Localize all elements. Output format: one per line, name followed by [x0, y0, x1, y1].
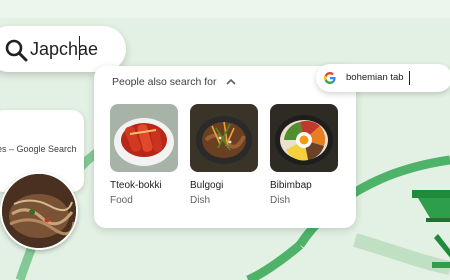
item-kind: Food [110, 195, 133, 206]
decorative-table-shape [412, 190, 450, 268]
related-item-bulgogi[interactable]: Bulgogi Dish [190, 104, 260, 206]
bibimbap-image [270, 104, 338, 172]
bulgogi-image [190, 104, 258, 172]
item-name: Tteok-bokki [110, 180, 162, 191]
item-name: Bibimbap [270, 180, 312, 191]
related-item-tteokbokki[interactable]: Tteok-bokki Food [110, 104, 180, 206]
tteokbokki-image [110, 104, 178, 172]
google-g-icon [324, 72, 336, 84]
food-image-circle [0, 172, 78, 250]
item-kind: Dish [190, 195, 211, 206]
secondary-search-box[interactable]: bohemian tab [316, 64, 450, 92]
item-name: Bulgogi [190, 180, 224, 191]
panel-heading: People also search for [112, 76, 217, 88]
secondary-search-query: bohemian tab [346, 72, 404, 83]
result-snippet: oes – Google Search [0, 144, 77, 154]
related-item-bibimbap[interactable]: Bibimbap Dish [270, 104, 340, 206]
chevron-up-icon[interactable] [226, 78, 236, 86]
text-cursor [79, 36, 80, 60]
text-cursor [409, 71, 410, 85]
people-also-search-panel: People also search for Tteok-bokki Food … [94, 66, 356, 228]
item-kind: Dish [270, 195, 291, 206]
search-query: Japchae [30, 39, 99, 59]
search-icon [5, 39, 28, 62]
